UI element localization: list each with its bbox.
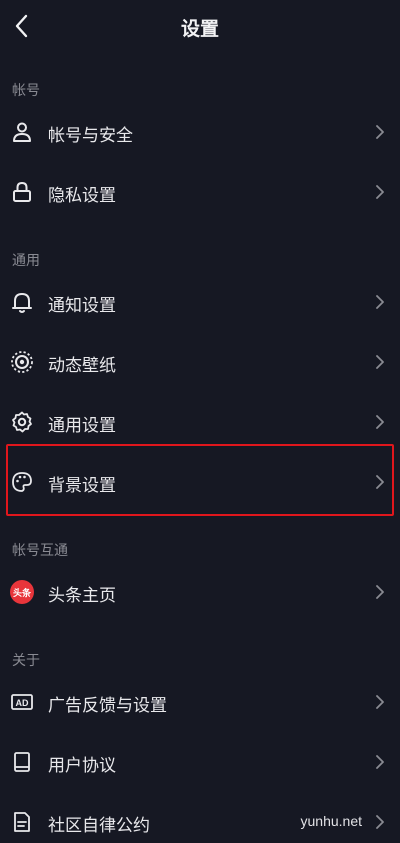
chevron-right-icon bbox=[376, 185, 384, 199]
chevron-right-icon bbox=[376, 815, 384, 829]
row-label: 通知设置 bbox=[48, 296, 116, 316]
page-title: 设置 bbox=[180, 18, 219, 40]
user-icon bbox=[10, 120, 34, 144]
chevron-right-icon bbox=[376, 695, 384, 709]
document-icon bbox=[10, 810, 34, 834]
row-toutiao-homepage[interactable]: 头条 头条主页 bbox=[0, 562, 400, 622]
row-label: 背景设置 bbox=[48, 476, 116, 496]
watermark-text: yunhu.net bbox=[300, 813, 363, 829]
row-label: 广告反馈与设置 bbox=[48, 696, 167, 716]
row-general-settings[interactable]: 通用设置 bbox=[0, 392, 400, 452]
chevron-right-icon bbox=[376, 125, 384, 139]
row-label: 隐私设置 bbox=[48, 186, 116, 206]
bell-icon bbox=[10, 290, 34, 314]
gear-icon bbox=[10, 410, 34, 434]
chevron-right-icon bbox=[376, 475, 384, 489]
row-live-wallpaper[interactable]: 动态壁纸 bbox=[0, 332, 400, 392]
ad-icon-text: AD bbox=[16, 698, 29, 708]
row-label: 社区自律公约 bbox=[48, 816, 150, 836]
chevron-right-icon bbox=[376, 415, 384, 429]
section-label-account: 帐号 bbox=[12, 83, 40, 99]
row-notification-settings[interactable]: 通知设置 bbox=[0, 272, 400, 332]
row-label: 动态壁纸 bbox=[48, 356, 116, 376]
palette-icon bbox=[10, 470, 34, 494]
row-label: 通用设置 bbox=[48, 416, 116, 436]
section-label-linked-accounts: 帐号互通 bbox=[12, 543, 68, 559]
row-background-settings[interactable]: 背景设置 bbox=[0, 452, 400, 512]
chevron-right-icon bbox=[376, 585, 384, 599]
chevron-right-icon bbox=[376, 755, 384, 769]
book-icon bbox=[10, 750, 34, 774]
toutiao-icon: 头条 bbox=[10, 580, 34, 604]
row-label: 用户协议 bbox=[48, 756, 116, 776]
toutiao-badge: 头条 bbox=[10, 580, 34, 604]
row-label: 头条主页 bbox=[48, 586, 116, 606]
lock-icon bbox=[10, 180, 34, 204]
ad-icon: AD bbox=[10, 690, 34, 714]
wallpaper-icon bbox=[10, 350, 34, 374]
settings-page: 设置 帐号 帐号与安全 隐私设置 通用 通知设置 动态壁纸 通用设置 背景设置 … bbox=[0, 0, 400, 843]
row-user-agreement[interactable]: 用户协议 bbox=[0, 732, 400, 792]
row-privacy-settings[interactable]: 隐私设置 bbox=[0, 162, 400, 222]
row-label: 帐号与安全 bbox=[48, 126, 133, 146]
row-account-security[interactable]: 帐号与安全 bbox=[0, 102, 400, 162]
header: 设置 bbox=[0, 0, 400, 56]
chevron-right-icon bbox=[376, 295, 384, 309]
chevron-right-icon bbox=[376, 355, 384, 369]
section-label-general: 通用 bbox=[12, 253, 40, 269]
row-ad-feedback[interactable]: AD 广告反馈与设置 bbox=[0, 672, 400, 732]
row-community-guidelines[interactable]: 社区自律公约 yunhu.net bbox=[0, 792, 400, 843]
section-label-about: 关于 bbox=[12, 653, 40, 669]
